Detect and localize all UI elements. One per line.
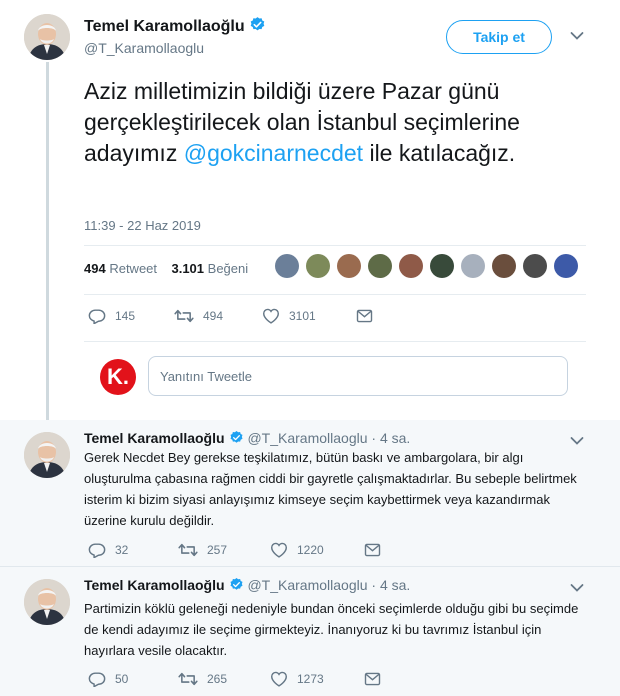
reply-count: 32 [115, 543, 129, 557]
reply-author-name[interactable]: Temel Karamollaoğlu [84, 577, 225, 593]
tweet-text-tail: ile katılacağız. [363, 140, 516, 166]
author-portrait-icon [24, 432, 70, 478]
liker-avatar[interactable] [399, 254, 423, 278]
author-name-text[interactable]: Temel Karamollaoğlu [84, 18, 245, 35]
author-handle[interactable]: @T_Karamollaoglu [84, 40, 204, 56]
reply-icon [88, 309, 106, 324]
like-count: 1273 [297, 672, 324, 686]
chevron-down-icon[interactable] [570, 583, 584, 593]
liker-avatar[interactable] [554, 254, 578, 278]
heart-icon [270, 671, 288, 687]
reply-author-avatar[interactable] [24, 432, 70, 478]
reply-author-avatar[interactable] [24, 579, 70, 625]
reply-icon [88, 672, 106, 687]
reply-text: Partimizin köklü geleneği nedeniyle bund… [84, 601, 579, 658]
current-user-avatar[interactable]: K. [100, 359, 136, 395]
reply-actions: 50 265 1273 [88, 671, 418, 687]
retweet-icon [178, 672, 198, 686]
retweet-icon [174, 309, 194, 323]
like-action[interactable]: 1220 [270, 542, 336, 558]
envelope-icon [356, 309, 373, 323]
liker-avatar[interactable] [461, 254, 485, 278]
verified-badge-icon [250, 17, 264, 31]
verified-badge-icon [230, 577, 243, 590]
heart-icon [262, 308, 280, 324]
reply-input-placeholder: Yanıtını Tweetle [160, 368, 253, 384]
like-action[interactable]: 3101 [262, 308, 328, 324]
envelope-icon [364, 543, 381, 557]
divider [84, 341, 586, 342]
like-label[interactable]: Beğeni [208, 261, 248, 276]
reply-author-handle[interactable]: @T_Karamollaoglu [247, 430, 367, 446]
reply-age[interactable]: · 4 sa. [371, 430, 410, 446]
envelope-icon [364, 672, 381, 686]
chevron-down-icon[interactable] [570, 436, 584, 446]
liker-avatar[interactable] [275, 254, 299, 278]
tweet-timestamp[interactable]: 11:39 - 22 Haz 2019 [84, 218, 201, 233]
liker-avatar[interactable] [306, 254, 330, 278]
message-action[interactable] [364, 543, 390, 557]
reply-count: 50 [115, 672, 129, 686]
tweet-actions: 145 494 3101 [88, 308, 410, 324]
liker-avatar[interactable] [492, 254, 516, 278]
verified-badge-icon [230, 430, 243, 443]
reply-age[interactable]: · 4 sa. [371, 577, 410, 593]
author-portrait-icon [24, 579, 70, 625]
reply-text: Gerek Necdet Bey gerekse teşkilatımız, b… [84, 450, 577, 528]
message-action[interactable] [364, 672, 390, 686]
reply-icon [88, 543, 106, 558]
retweet-action[interactable]: 257 [178, 542, 242, 558]
liker-avatar[interactable] [368, 254, 392, 278]
like-count[interactable]: 3.101 [171, 261, 204, 276]
liker-avatars [275, 254, 585, 278]
reply-author-name[interactable]: Temel Karamollaoğlu [84, 430, 225, 446]
engagement-stats: 494 Retweet 3.101 Beğeni [84, 261, 248, 276]
retweet-count: 257 [207, 543, 228, 557]
liker-avatar[interactable] [430, 254, 454, 278]
like-action-count: 3101 [289, 309, 316, 323]
liker-avatar[interactable] [523, 254, 547, 278]
like-count: 1220 [297, 543, 324, 557]
chevron-down-icon[interactable] [570, 31, 584, 41]
reply-author-line: Temel Karamollaoğlu @T_Karamollaoglu · 4… [84, 430, 410, 446]
retweet-action[interactable]: 265 [178, 671, 242, 687]
reply-actions: 32 257 1220 [88, 542, 418, 558]
reply-action[interactable]: 145 [88, 308, 146, 324]
reply-action[interactable]: 50 [88, 671, 150, 687]
retweet-icon [178, 543, 198, 557]
reply-author-handle[interactable]: @T_Karamollaoglu [247, 577, 367, 593]
main-tweet: Temel Karamollaoğlu @T_Karamollaoglu Tak… [0, 0, 620, 420]
reply-tweet[interactable]: Temel Karamollaoğlu @T_Karamollaoglu · 4… [0, 420, 620, 566]
retweet-action[interactable]: 494 [174, 308, 234, 324]
reply-input[interactable]: Yanıtını Tweetle [148, 356, 568, 396]
reply-action[interactable]: 32 [88, 542, 150, 558]
retweet-label[interactable]: Retweet [109, 261, 157, 276]
mention-link[interactable]: @gokcinarnecdet [184, 140, 363, 166]
like-action[interactable]: 1273 [270, 671, 336, 687]
liker-avatar[interactable] [337, 254, 361, 278]
retweet-action-count: 494 [203, 309, 224, 323]
message-action[interactable] [356, 309, 382, 323]
reply-author-line: Temel Karamollaoğlu @T_Karamollaoglu · 4… [84, 577, 410, 593]
tweet-text: Aziz milletimizin bildiği üzere Pazar gü… [84, 76, 584, 169]
reply-tweet[interactable]: Temel Karamollaoğlu @T_Karamollaoglu · 4… [0, 567, 620, 696]
current-user-avatar-letter: K. [107, 364, 129, 389]
retweet-count[interactable]: 494 [84, 261, 106, 276]
author-avatar[interactable] [24, 14, 70, 60]
heart-icon [270, 542, 288, 558]
reply-count: 145 [115, 309, 136, 323]
divider [84, 294, 586, 295]
divider [84, 245, 586, 246]
retweet-count: 265 [207, 672, 228, 686]
author-name[interactable]: Temel Karamollaoğlu [84, 16, 266, 36]
follow-button[interactable]: Takip et [446, 20, 552, 54]
author-portrait-icon [24, 14, 70, 60]
